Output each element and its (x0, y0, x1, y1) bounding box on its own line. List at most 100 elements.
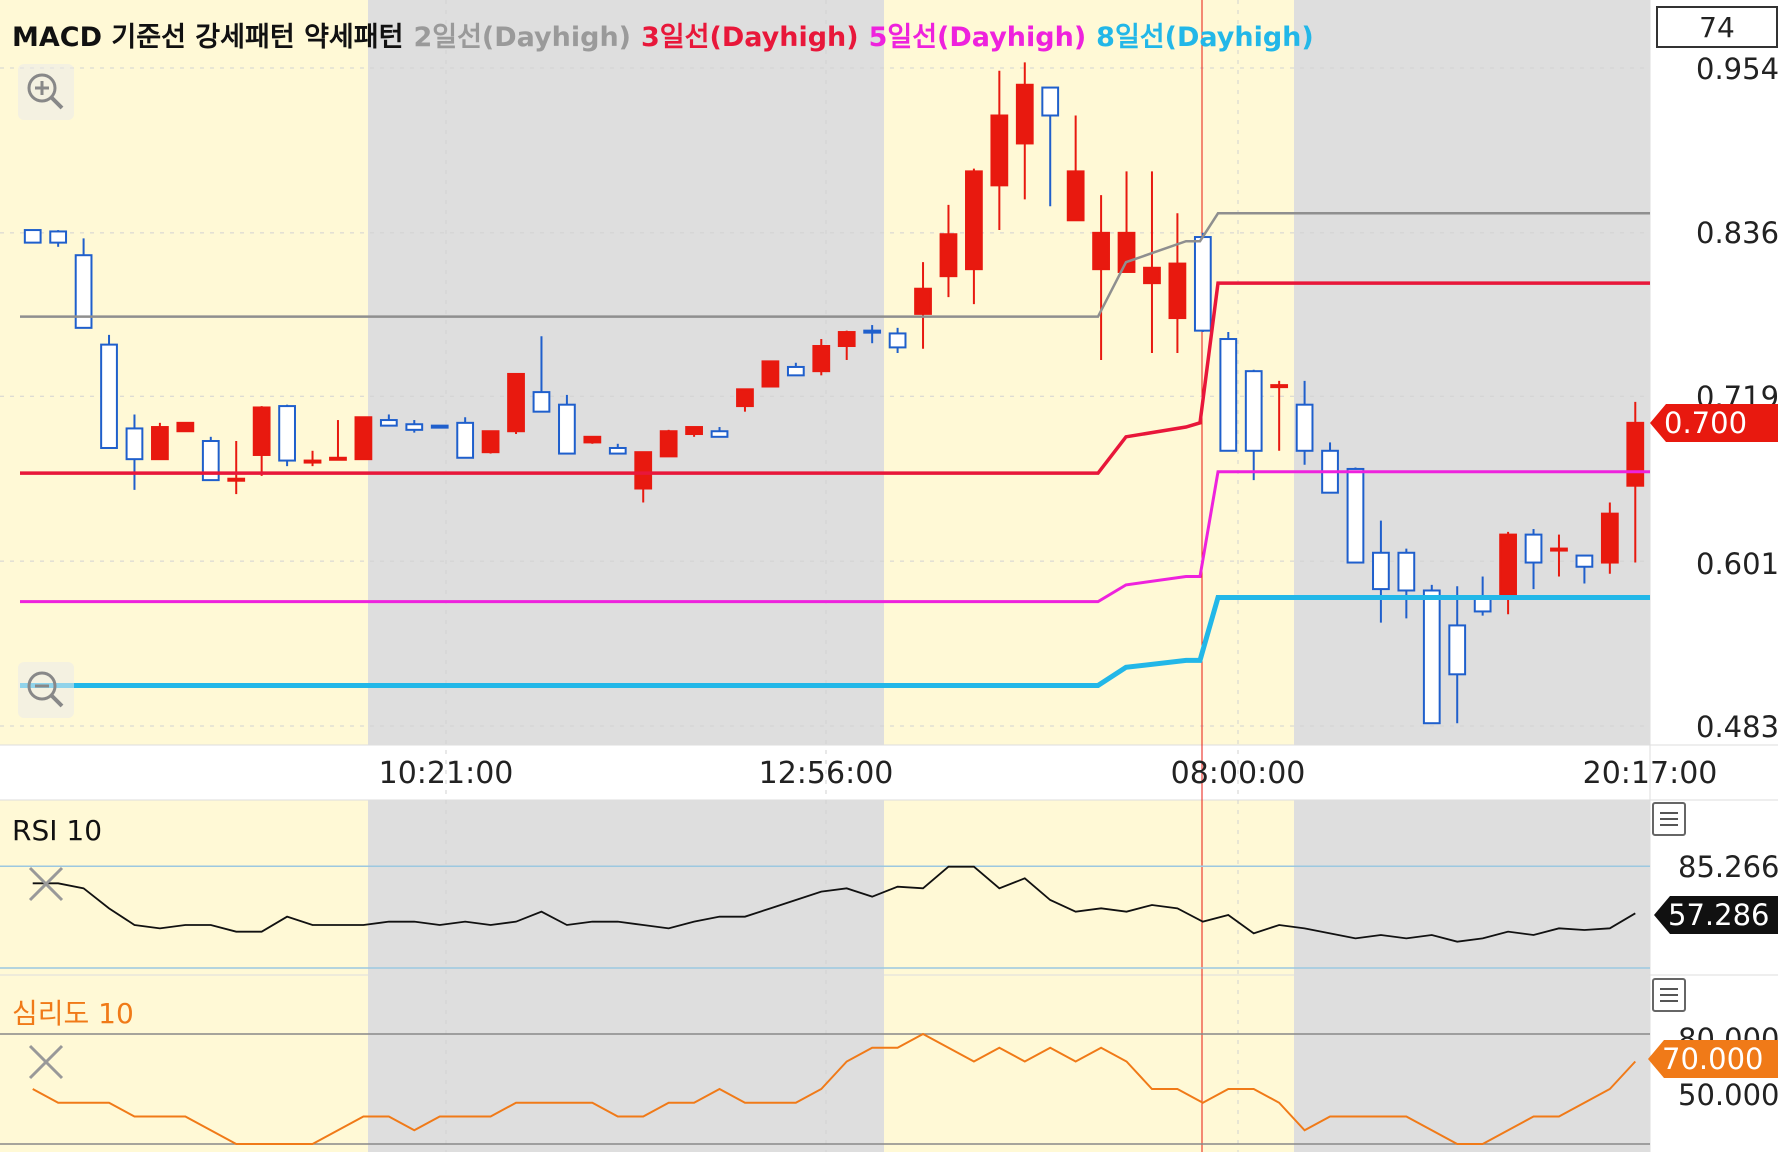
candle-up (1117, 231, 1136, 273)
session-band-indicator-3 (1294, 800, 1650, 1152)
candle-up (1066, 170, 1085, 222)
rsi-menu-button[interactable] (1652, 802, 1686, 836)
time-tick-4: 20:17:00 (1582, 756, 1718, 791)
candle-down (888, 332, 907, 349)
candle-down (1524, 533, 1543, 564)
candle-up (685, 426, 703, 436)
candle-down (710, 430, 729, 438)
session-band-main-3 (1294, 0, 1650, 745)
zoom-out-button[interactable] (18, 662, 74, 718)
candle-up (965, 170, 983, 271)
zoom-in-button[interactable] (18, 64, 74, 120)
candle-down (278, 405, 296, 462)
candle-up (252, 406, 271, 456)
psych-close-button[interactable] (18, 1034, 74, 1090)
candle-up (939, 233, 958, 278)
candle-up (761, 360, 780, 388)
close-icon (28, 866, 64, 902)
candle-down (405, 423, 424, 431)
candle-up (914, 287, 932, 315)
price-tick-5: 0.483 (1696, 710, 1778, 744)
rsi-level-upper: 85.266 (1678, 850, 1778, 884)
candle-down (125, 427, 144, 461)
candle-up (507, 372, 525, 433)
candle-down (1473, 597, 1492, 613)
menu-icon-bar (1660, 818, 1678, 820)
psych-title: 심리도 10 (12, 997, 134, 1030)
psych-current-tag: 70.000 (1648, 1040, 1778, 1078)
candle-up (1143, 266, 1161, 285)
session-band-indicator-1 (368, 800, 884, 1152)
time-tick-2: 12:56:00 (758, 756, 894, 791)
legend-title: MACD 기준선 강세패턴 약세패턴 (12, 21, 404, 53)
candle-down (1193, 236, 1212, 332)
candle-down (1575, 554, 1594, 568)
price-tick-4: 0.601 (1696, 547, 1778, 581)
candle-up (303, 459, 322, 464)
menu-icon-bar (1660, 994, 1678, 996)
current-price-tag: 0.700 (1650, 404, 1778, 442)
candle-up (736, 388, 754, 408)
candle-down (1244, 370, 1263, 452)
candle-up (1550, 547, 1568, 552)
candle-up (1270, 384, 1289, 389)
candle-up (990, 114, 1009, 187)
candle-up (634, 451, 653, 490)
price-tick-2: 0.836 (1696, 216, 1778, 250)
close-icon (28, 1044, 64, 1080)
menu-icon-bar (1660, 812, 1678, 814)
candle-up (176, 421, 195, 433)
legend-bar: MACD 기준선 강세패턴 약세패턴 2일선(Dayhigh) 3일선(Dayh… (12, 14, 1314, 54)
zoom-in-icon (27, 73, 64, 110)
chart-screen: MACD 기준선 강세패턴 약세패턴 2일선(Dayhigh) 3일선(Dayh… (0, 0, 1778, 1152)
candle-down (863, 329, 882, 334)
candle-up (583, 435, 602, 444)
candle-up (227, 477, 246, 482)
candle-down (1041, 86, 1060, 117)
candle-down (456, 421, 475, 459)
session-band-indicator-2 (884, 800, 1294, 1152)
candle-up (837, 331, 856, 348)
candle-up (329, 456, 347, 461)
candle-up (1092, 231, 1110, 271)
candle-down (558, 403, 576, 455)
candle-up (1015, 83, 1034, 145)
price-chart[interactable] (0, 0, 1778, 1152)
candle-down (100, 343, 118, 449)
candle-up (1626, 421, 1645, 487)
time-tick-3: 08:00:00 (1170, 756, 1306, 791)
candle-down (1346, 467, 1365, 564)
rsi-title: RSI 10 (12, 814, 103, 847)
top-value-box: 74 (1656, 6, 1778, 48)
candle-down (1372, 551, 1390, 591)
candle-up (1168, 262, 1187, 320)
legend-ma2: 2일선(Dayhigh) (413, 21, 632, 53)
session-band-indicator-0 (0, 800, 368, 1152)
time-tick-1: 10:21:00 (378, 756, 514, 791)
candle-down (1295, 403, 1314, 452)
candle-down (49, 230, 68, 244)
menu-icon-bar (1660, 988, 1678, 990)
price-tick-1: 0.954 (1696, 52, 1778, 86)
menu-icon-bar (1660, 1000, 1678, 1002)
candle-down (1219, 338, 1238, 452)
candle-down (532, 391, 551, 413)
candle-up (151, 426, 169, 461)
candle-down (1448, 624, 1467, 676)
candle-down (786, 365, 805, 377)
legend-ma3: 3일선(Dayhigh) (641, 21, 859, 53)
psych-level-upper: 80.000 (1678, 1022, 1778, 1042)
candle-up (659, 430, 678, 458)
candle-down (1397, 551, 1416, 592)
menu-icon-bar (1660, 824, 1678, 826)
rsi-current-tag: 57.286 (1654, 896, 1778, 934)
candle-down (23, 229, 42, 244)
rsi-close-button[interactable] (18, 856, 74, 912)
legend-ma8: 8일선(Dayhigh) (1096, 21, 1314, 53)
psych-menu-button[interactable] (1652, 978, 1686, 1012)
candle-up (1499, 533, 1517, 599)
candle-up (354, 416, 373, 461)
candle-down (1422, 589, 1441, 725)
candle-up (812, 345, 831, 373)
candle-down (608, 446, 627, 455)
